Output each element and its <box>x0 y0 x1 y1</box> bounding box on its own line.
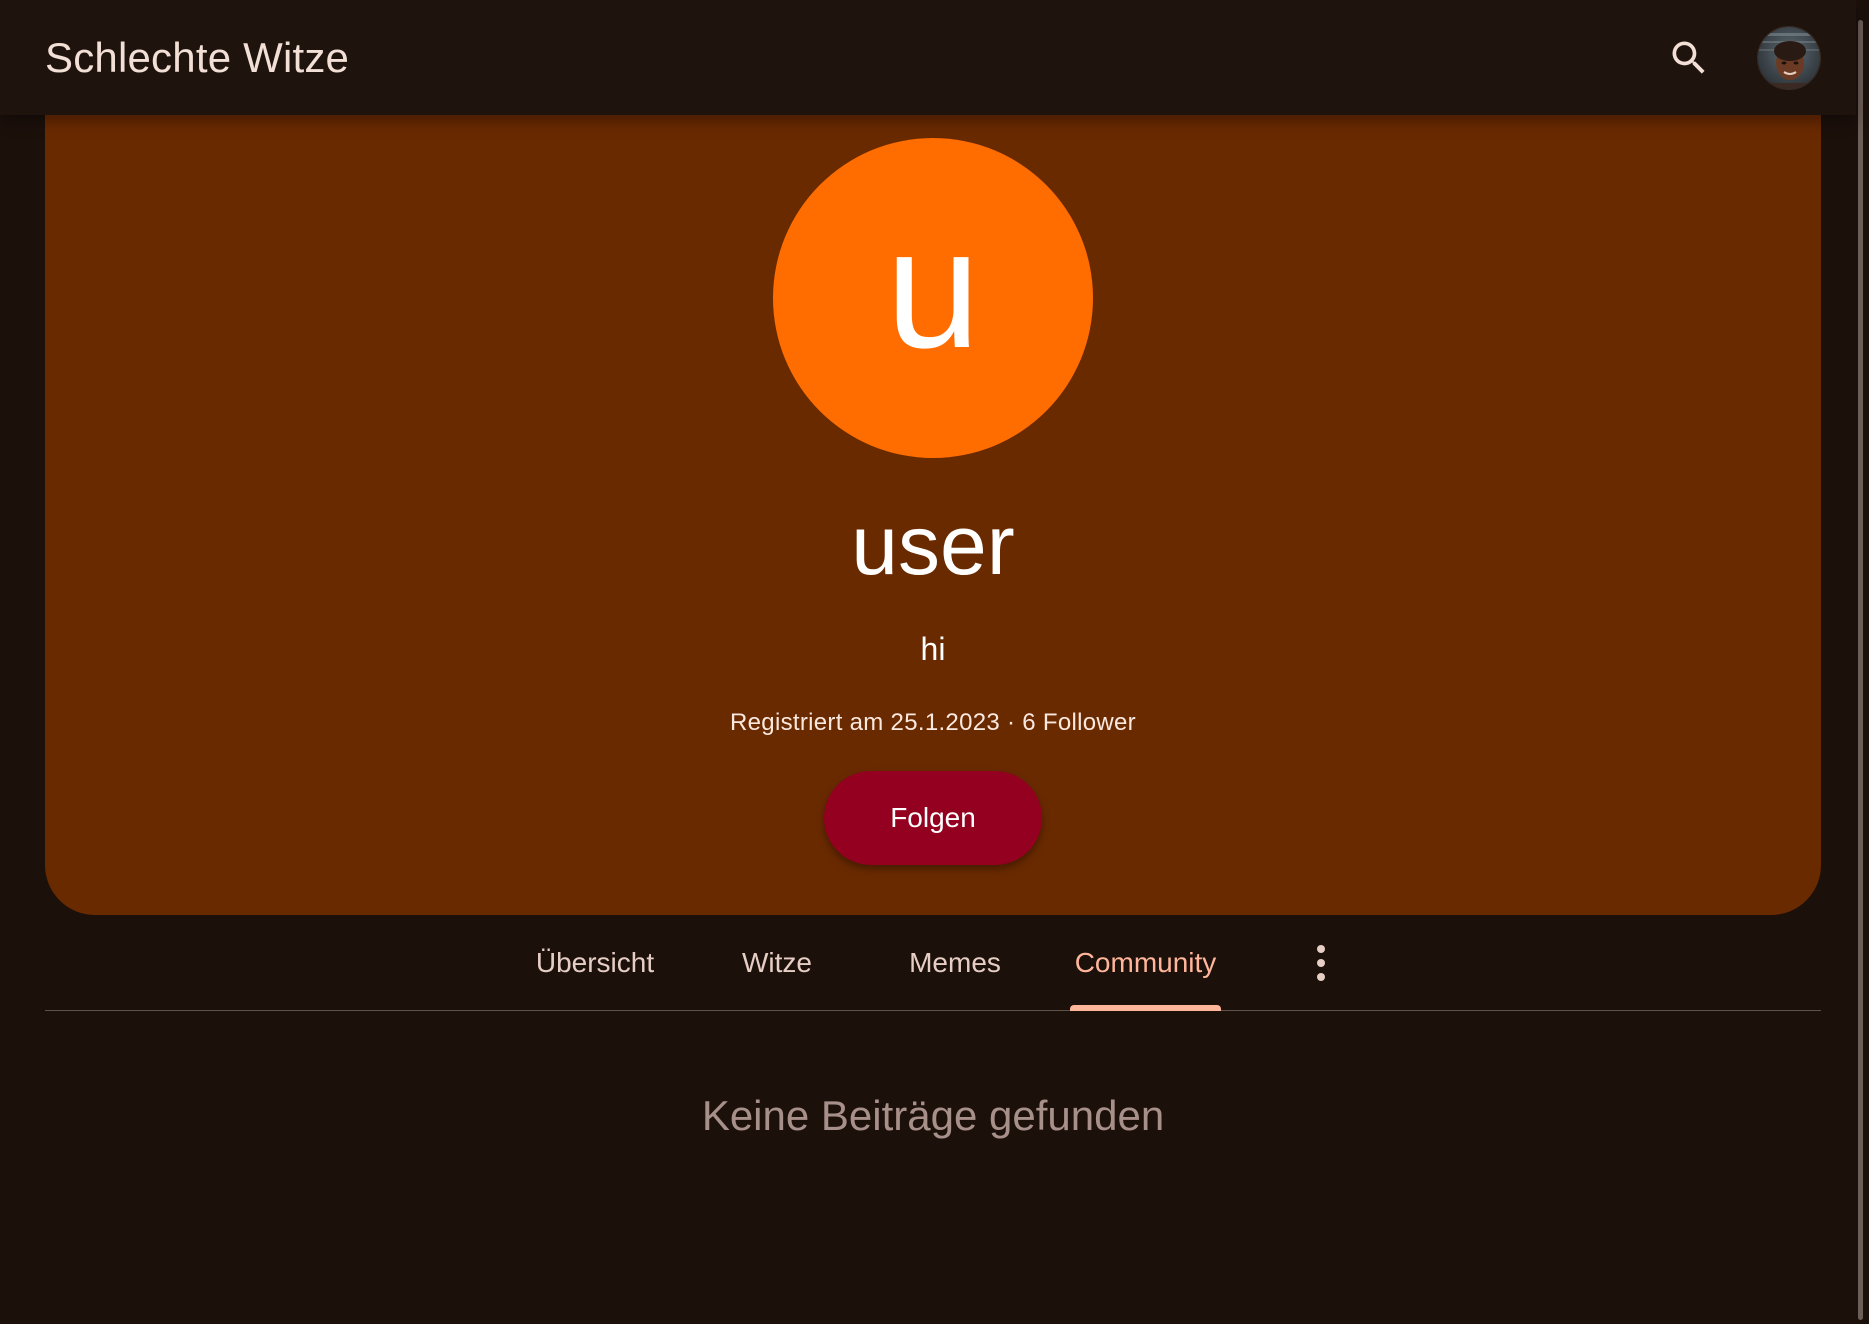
more-tabs-button[interactable] <box>1293 935 1349 991</box>
account-avatar[interactable] <box>1757 25 1821 90</box>
profile-bio: hi <box>920 631 946 667</box>
tab-label: Community <box>1074 947 1217 978</box>
tab-label: Übersicht <box>535 947 655 978</box>
active-tab-indicator <box>1070 1005 1221 1011</box>
profile-avatar-letter: u <box>885 194 981 384</box>
profile-card: u user hi Registriert am 25.1.2023 · 6 F… <box>45 103 1821 915</box>
avatar-photo-icon <box>1758 26 1820 89</box>
more-vertical-icon <box>1317 945 1325 981</box>
tab-label: Memes <box>909 947 1001 978</box>
search-icon <box>1672 41 1705 74</box>
search-button[interactable] <box>1657 26 1721 90</box>
empty-state-message: Keine Beiträge gefunden <box>701 1092 1165 1139</box>
follow-button[interactable]: Folgen <box>824 771 1042 865</box>
profile-meta: Registriert am 25.1.2023 · 6 Follower <box>730 709 1136 736</box>
page-scrollbar[interactable] <box>1858 20 1863 1320</box>
tab-community[interactable]: Community <box>1070 915 1221 1011</box>
top-app-bar: Schlechte Witze <box>0 0 1856 115</box>
profile-tabs: Übersicht Witze Memes Community <box>45 915 1821 1011</box>
tab-memes[interactable]: Memes <box>900 915 1010 1011</box>
profile-name: user <box>851 498 1015 592</box>
app-title[interactable]: Schlechte Witze <box>45 34 1657 82</box>
profile-avatar: u <box>773 138 1093 458</box>
tab-uebersicht[interactable]: Übersicht <box>525 915 665 1011</box>
tab-witze[interactable]: Witze <box>729 915 825 1011</box>
tab-label: Witze <box>742 947 812 978</box>
